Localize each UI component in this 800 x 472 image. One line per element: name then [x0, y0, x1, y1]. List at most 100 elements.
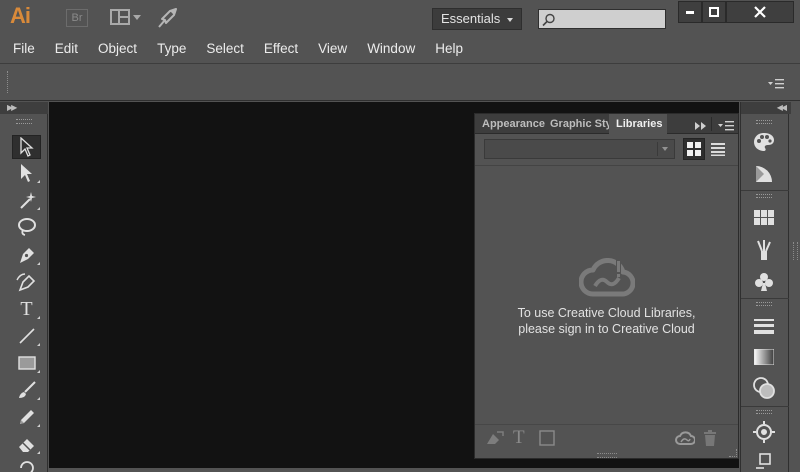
minimize-icon	[686, 11, 694, 14]
menu-view[interactable]: View	[308, 37, 357, 61]
maximize-icon	[709, 7, 719, 17]
dock-icon-column	[741, 114, 789, 472]
brushes-panel-button[interactable]	[750, 238, 778, 262]
tab-appearance[interactable]: Appearance	[475, 114, 545, 134]
menu-edit[interactable]: Edit	[45, 37, 88, 61]
menu-object[interactable]: Object	[88, 37, 147, 61]
line-segment-tool[interactable]	[12, 324, 41, 348]
dock-group-grip[interactable]	[756, 302, 772, 306]
app-logo: Ai	[10, 3, 31, 28]
list-view-button[interactable]	[707, 138, 729, 160]
magic-wand-tool[interactable]	[12, 188, 41, 212]
arrange-documents-button[interactable]	[110, 9, 142, 27]
panel-corner-resize[interactable]	[729, 449, 737, 457]
dock-group-grip[interactable]	[756, 410, 772, 414]
search-input[interactable]	[539, 10, 665, 28]
gpu-performance-icon[interactable]	[156, 7, 180, 29]
menu-window[interactable]: Window	[357, 37, 425, 61]
add-graphic-button[interactable]	[485, 430, 505, 446]
selection-tool[interactable]	[12, 135, 41, 159]
tab-libraries[interactable]: Libraries	[609, 114, 667, 134]
tab-graphic-styles[interactable]: Graphic Sty	[543, 114, 611, 134]
lasso-tool[interactable]	[12, 215, 41, 239]
stroke-panel-button[interactable]	[750, 314, 778, 338]
appearance-panel-button[interactable]	[750, 420, 778, 444]
dock-expand-bar[interactable]: ◀◀	[741, 102, 791, 114]
help-search[interactable]	[538, 9, 666, 29]
paintbrush-tool[interactable]	[12, 378, 41, 402]
flyout-indicator-icon	[37, 262, 40, 265]
control-bar-grip[interactable]	[7, 71, 10, 93]
dock-scroll-grip[interactable]	[793, 242, 798, 260]
add-graphic-icon	[487, 431, 504, 444]
menu-select[interactable]: Select	[196, 37, 254, 61]
workspace-switcher[interactable]: Essentials	[432, 8, 522, 30]
eraser-tool[interactable]	[12, 432, 41, 456]
type-tool[interactable]: T	[12, 297, 41, 321]
menu-file[interactable]: File	[3, 37, 45, 61]
panel-menu-button[interactable]	[718, 119, 734, 134]
maximize-button[interactable]	[702, 1, 726, 23]
bridge-button[interactable]: Br	[66, 9, 88, 27]
color-guide-icon	[756, 166, 772, 182]
panel-collapse-button[interactable]	[695, 119, 707, 134]
tools-grip[interactable]	[16, 119, 32, 124]
menu-type[interactable]: Type	[147, 37, 196, 61]
dock-group-grip[interactable]	[756, 120, 772, 124]
menu-effect[interactable]: Effect	[254, 37, 308, 61]
list-view-icon	[711, 143, 725, 156]
chevron-down-icon	[507, 18, 513, 22]
pencil-tool[interactable]	[12, 405, 41, 429]
gradient-panel-button[interactable]	[750, 345, 778, 369]
dock-group-divider	[741, 298, 789, 299]
curvature-tool[interactable]	[12, 270, 41, 294]
symbols-icon	[755, 273, 773, 291]
title-bar: Ai Br Essentials	[0, 0, 800, 36]
rectangle-icon	[17, 356, 36, 370]
add-character-style-button[interactable]: T	[513, 427, 525, 449]
panel-resize-grip[interactable]	[597, 453, 617, 458]
pen-tool[interactable]	[12, 243, 41, 267]
direct-selection-arrow-icon	[20, 164, 32, 182]
brushes-icon	[757, 240, 771, 260]
color-guide-panel-button[interactable]	[750, 162, 778, 186]
rectangle-tool[interactable]	[12, 351, 41, 375]
color-palette-icon	[754, 133, 774, 151]
cloud-sync-icon	[675, 431, 695, 445]
libraries-panel: Appearance Graphic Sty Libraries To use …	[474, 113, 739, 459]
line-icon	[18, 328, 35, 344]
double-chevron-left-icon: ◀◀	[776, 103, 787, 112]
symbols-panel-button[interactable]	[750, 270, 778, 294]
add-color-button[interactable]	[539, 430, 555, 446]
sign-in-message-line1: To use Creative Cloud Libraries,	[517, 306, 696, 320]
magic-wand-icon	[19, 192, 36, 209]
grid-view-button[interactable]	[683, 138, 705, 160]
panel-tab-bar: Appearance Graphic Sty Libraries	[475, 114, 738, 134]
flyout-indicator-icon	[37, 370, 40, 373]
swatches-panel-button[interactable]	[750, 206, 778, 230]
panel-menu-icon[interactable]	[768, 77, 784, 92]
close-button[interactable]	[726, 1, 794, 23]
dock-scroll-strip[interactable]	[790, 114, 800, 472]
rotate-tool[interactable]	[12, 458, 41, 472]
rotate-icon	[19, 461, 34, 472]
window-controls	[678, 1, 796, 23]
menu-help[interactable]: Help	[425, 37, 473, 61]
tools-collapse-bar[interactable]: ▶▶	[0, 102, 48, 114]
align-panel-button[interactable]	[750, 452, 778, 472]
minimize-button[interactable]	[678, 1, 702, 23]
transparency-panel-button[interactable]	[750, 376, 778, 400]
pen-icon	[19, 248, 34, 263]
sync-button[interactable]	[675, 430, 695, 446]
delete-button[interactable]	[703, 430, 717, 446]
chevron-down-icon	[662, 147, 668, 151]
paintbrush-icon	[18, 381, 36, 398]
dock-group-grip[interactable]	[756, 194, 772, 198]
library-dropdown[interactable]	[484, 139, 675, 159]
panel-menu-icon	[718, 121, 734, 131]
color-panel-button[interactable]	[750, 130, 778, 154]
panel-tab-divider	[711, 117, 712, 131]
direct-selection-tool[interactable]	[12, 161, 41, 185]
trash-icon	[704, 430, 716, 446]
flyout-indicator-icon	[37, 207, 40, 210]
